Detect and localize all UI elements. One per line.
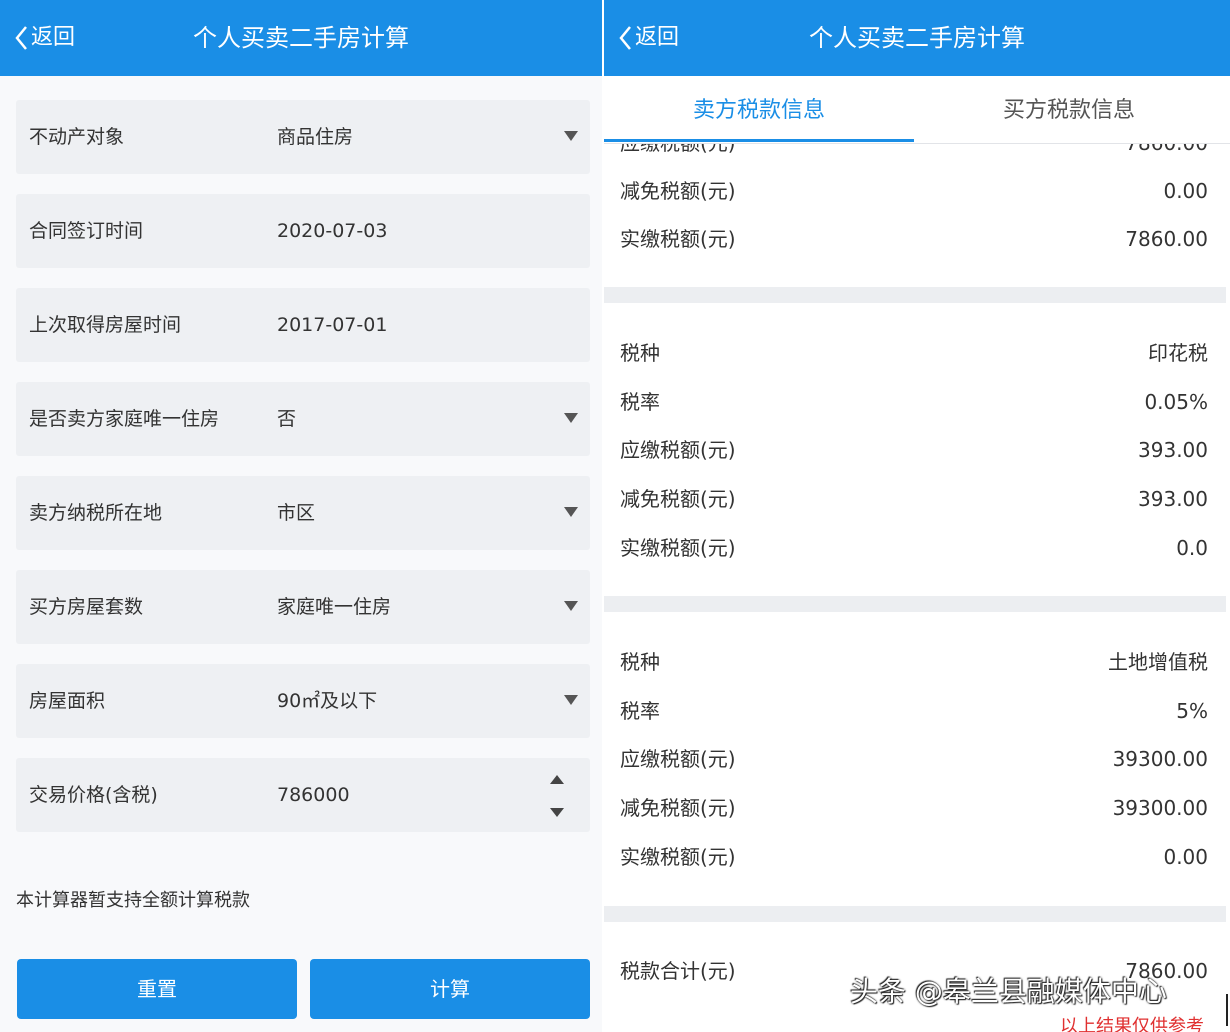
result-row: 税种 印花税 [620,336,1208,370]
field-value: 市区 [277,502,316,524]
page-title: 个人买卖二手房计算 [193,24,409,52]
field-label: 上次取得房屋时间 [29,314,182,336]
result-row: 减免税额(元) 393.00 [620,482,1208,516]
section-divider [604,596,1226,612]
result-row: 减免税额(元) 0.00 [620,174,1208,208]
row-value: 印花税 [1148,341,1208,365]
watermark: 头条 @皋兰县融媒体中心 [850,975,1167,1008]
result-row: 税率 0.05% [620,385,1208,419]
row-value: 7860.00 [1125,144,1208,160]
contract-date-field[interactable]: 合同签订时间 2020-07-03 [16,194,590,268]
house-area-select[interactable]: 房屋面积 90㎡及以下 [16,664,590,738]
last-acquire-date-field[interactable]: 上次取得房屋时间 2017-07-01 [16,288,590,362]
result-row: 实缴税额(元) 0.0 [620,531,1208,565]
calculator-note: 本计算器暂支持全额计算税款 [16,890,250,911]
row-label: 应缴税额(元) [620,438,736,462]
tax-tabs: 卖方税款信息 买方税款信息 [604,76,1230,144]
field-value: 家庭唯一住房 [277,596,392,618]
result-row: 应缴税额(元) 39300.00 [620,742,1208,776]
field-label: 买方房屋套数 [29,596,144,618]
row-value: 0.00 [1163,179,1208,203]
row-label: 实缴税额(元) [620,845,736,869]
seller-only-home-select[interactable]: 是否卖方家庭唯一住房 否 [16,382,590,456]
row-value: 7860.00 [1125,227,1208,251]
calculate-button[interactable]: 计算 [310,959,590,1019]
row-label: 实缴税额(元) [620,536,736,560]
section-divider [604,287,1226,303]
field-value: 2017-07-01 [277,314,388,336]
caret-down-icon[interactable] [564,507,578,517]
row-value: 393.00 [1138,487,1208,511]
transaction-price-input[interactable]: 交易价格(含税) 786000 [16,758,590,832]
row-label: 税种 [620,650,660,674]
field-label: 不动产对象 [29,126,125,148]
tab-seller-tax[interactable]: 卖方税款信息 [604,76,914,144]
field-label: 卖方纳税所在地 [29,502,163,524]
property-type-select[interactable]: 不动产对象 商品住房 [16,100,590,174]
field-value: 2020-07-03 [277,220,388,242]
row-value: 5% [1176,699,1208,723]
seller-tax-location-select[interactable]: 卖方纳税所在地 市区 [16,476,590,550]
caret-down-icon[interactable] [564,601,578,611]
reset-button[interactable]: 重置 [17,959,297,1019]
section-divider [604,906,1226,922]
row-value: 393.00 [1138,438,1208,462]
field-value: 否 [277,408,297,430]
row-label: 减免税额(元) [620,487,736,511]
caret-down-icon[interactable] [564,131,578,141]
field-label: 交易价格(含税) [29,784,158,806]
field-label: 是否卖方家庭唯一住房 [29,408,220,430]
active-tab-indicator [604,139,914,142]
row-value: 0.0 [1176,536,1208,560]
row-label: 税款合计(元) [620,959,736,983]
row-label: 实缴税额(元) [620,227,736,251]
row-label: 减免税额(元) [620,179,736,203]
row-value: 土地增值税 [1108,650,1208,674]
row-value: 0.05% [1144,390,1208,414]
disclaimer-text: 以上结果仅供参考 [1060,1016,1204,1032]
caret-down-icon[interactable] [564,413,578,423]
row-label: 税率 [620,699,660,723]
row-label: 应缴税额(元) [620,747,736,771]
row-label: 减免税额(元) [620,796,736,820]
field-label: 房屋面积 [29,690,106,712]
spin-up-icon[interactable] [550,775,564,784]
edge-divider [1226,994,1228,1026]
spin-down-icon[interactable] [550,808,564,817]
tab-buyer-tax[interactable]: 买方税款信息 [914,76,1224,144]
caret-down-icon[interactable] [564,695,578,705]
row-label: 税种 [620,341,660,365]
row-value: 0.00 [1163,845,1208,869]
result-row: 税率 5% [620,694,1208,728]
tax-result-panel: 返回 个人买卖二手房计算 卖方税款信息 买方税款信息 应缴税额(元) 7860.… [604,0,1230,1032]
field-value: 90㎡及以下 [277,690,378,712]
row-value: 39300.00 [1112,796,1208,820]
tax-result-list[interactable]: 应缴税额(元) 7860.00 减免税额(元) 0.00 实缴税额(元) 786… [604,144,1230,1032]
result-row: 应缴税额(元) 7860.00 [620,144,1208,160]
app-header: 返回 个人买卖二手房计算 [0,0,602,76]
result-row: 应缴税额(元) 393.00 [620,433,1208,467]
field-label: 合同签订时间 [29,220,144,242]
field-value: 商品住房 [277,126,354,148]
result-row: 减免税额(元) 39300.00 [620,791,1208,825]
app-header: 返回 个人买卖二手房计算 [604,0,1230,76]
result-row: 税种 土地增值税 [620,645,1208,679]
buyer-home-count-select[interactable]: 买方房屋套数 家庭唯一住房 [16,570,590,644]
calculator-form-panel: 返回 个人买卖二手房计算 不动产对象 商品住房 合同签订时间 2020-07-0… [0,0,602,1032]
row-value: 39300.00 [1112,747,1208,771]
row-label: 税率 [620,390,660,414]
field-value: 786000 [277,784,350,806]
row-label: 应缴税额(元) [620,144,736,160]
result-row: 实缴税额(元) 0.00 [620,840,1208,874]
page-title: 个人买卖二手房计算 [809,24,1025,52]
result-row: 实缴税额(元) 7860.00 [620,222,1208,256]
